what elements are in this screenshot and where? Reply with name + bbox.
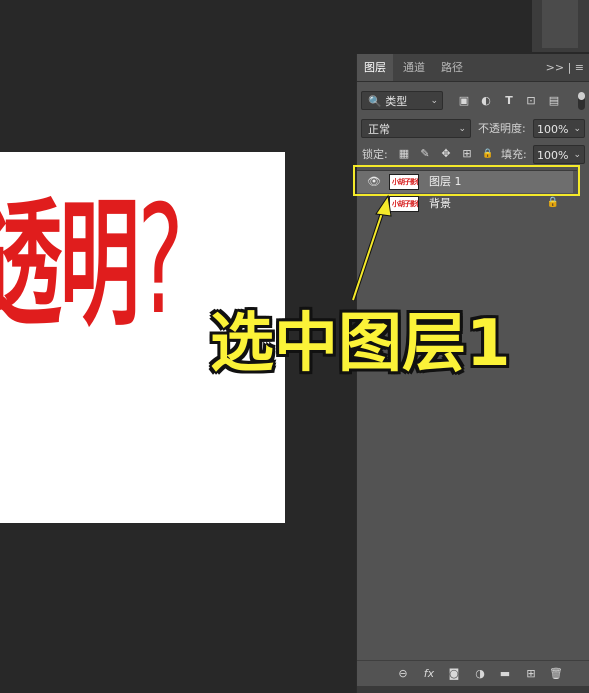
lock-transparent-icon[interactable]: ▦ (397, 147, 411, 161)
lock-label: 锁定: (362, 148, 388, 161)
new-layer-icon[interactable]: ⊞ (523, 666, 539, 682)
lock-icon: 🔒 (546, 197, 559, 208)
shape-filter-icon[interactable]: ⊡ (524, 94, 538, 108)
group-folder-icon[interactable]: ▬ (497, 666, 513, 682)
adjustment-layer-icon[interactable]: ◑ (472, 666, 488, 682)
lock-image-icon[interactable]: ✎ (418, 147, 432, 161)
layer-filter-dropdown[interactable]: 🔍 类型 ⌄ (361, 91, 443, 110)
chevron-down-icon: ⌄ (430, 96, 438, 106)
opacity-input[interactable]: 100% ⌄ (533, 119, 585, 138)
blend-mode-dropdown[interactable]: 正常 ⌄ (361, 119, 471, 138)
lock-artboard-icon[interactable]: ⊞ (460, 147, 474, 161)
panel-tabbar: 图层 通道 路径 >> | ≡ (357, 54, 589, 82)
image-filter-icon[interactable]: ▣ (457, 94, 471, 108)
thumbnail-text: 小胡子影像 (392, 200, 419, 208)
layers-footer: ⊖ fx ◙ ◑ ▬ ⊞ 🗑 (357, 660, 589, 687)
link-layers-icon[interactable]: ⊖ (395, 666, 411, 682)
lock-position-icon[interactable]: ✥ (439, 147, 453, 161)
layer-name[interactable]: 背景 (429, 193, 451, 215)
canvas-text-main: 透明 (0, 184, 140, 345)
type-filter-icon[interactable]: T (502, 94, 516, 108)
layer-row-background[interactable]: 小胡子影像 背景 🔒 (357, 193, 573, 215)
chevron-down-icon: ⌄ (573, 124, 581, 134)
trash-icon[interactable]: 🗑 (548, 666, 564, 682)
opacity-label: 不透明度: (478, 122, 526, 135)
search-icon: 🔍 (368, 95, 382, 108)
layer-mask-icon[interactable]: ◙ (446, 666, 462, 682)
adjustment-filter-icon[interactable]: ◐ (479, 94, 493, 108)
panel-scroll-toggle[interactable] (578, 92, 585, 110)
fill-value: 100% (537, 149, 569, 162)
chevron-down-icon: ⌄ (573, 150, 581, 160)
selection-highlight-box (353, 165, 580, 196)
top-right-panel-stub (542, 0, 578, 48)
canvas-question-mark: ? (137, 174, 183, 348)
opacity-value: 100% (537, 123, 569, 136)
annotation-text: 选中图层1 (210, 307, 511, 381)
fill-input[interactable]: 100% ⌄ (533, 145, 585, 164)
canvas-red-text: 透明? (0, 186, 184, 336)
fill-label: 填充: (501, 148, 527, 161)
top-right-strip (532, 0, 589, 52)
layer-list: 👁 小胡子影像 图层 1 小胡子影像 背景 🔒 (357, 170, 577, 661)
smart-object-filter-icon[interactable]: ▤ (547, 94, 561, 108)
tab-paths[interactable]: 路径 (435, 54, 469, 81)
layer-thumbnail: 小胡子影像 (389, 196, 419, 212)
filter-selected: 类型 (385, 95, 408, 108)
lock-all-icon[interactable]: 🔒 (481, 147, 495, 161)
tab-layers[interactable]: 图层 (357, 54, 393, 81)
fx-icon[interactable]: fx (421, 666, 437, 682)
panel-bottom-bar (357, 686, 589, 693)
tab-channels[interactable]: 通道 (395, 54, 433, 81)
panel-menu-icon[interactable]: >> | ≡ (546, 54, 584, 81)
blend-mode-value: 正常 (368, 123, 390, 136)
chevron-down-icon: ⌄ (458, 124, 466, 134)
